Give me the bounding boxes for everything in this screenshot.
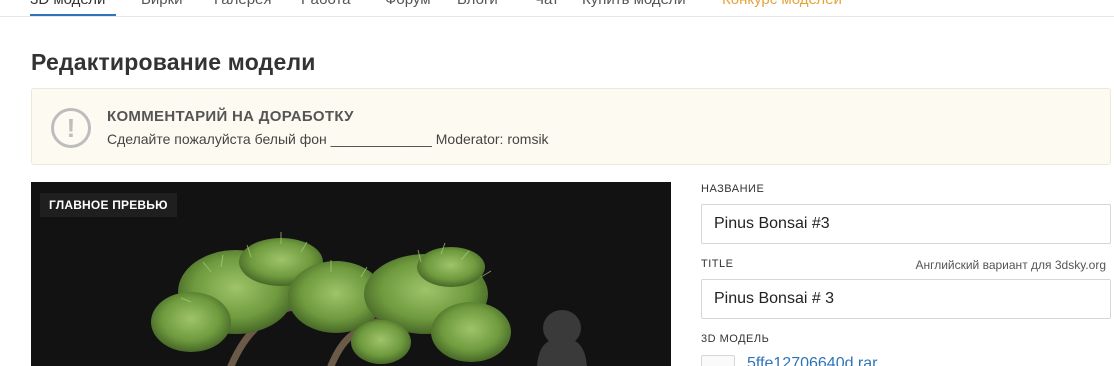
nav-item-buy-models[interactable]: Купить модели bbox=[582, 0, 686, 8]
moderator-comment-box: ! КОММЕНТАРИЙ НА ДОРАБОТКУ Сделайте пожа… bbox=[31, 88, 1111, 165]
active-tab-indicator bbox=[30, 14, 116, 16]
main-preview[interactable]: ГЛАВНОЕ ПРЕВЬЮ bbox=[31, 182, 671, 366]
nav-item-tags[interactable]: Бирки bbox=[141, 0, 183, 8]
nav-item-work[interactable]: Работа bbox=[301, 0, 351, 8]
nav-item-gallery[interactable]: Галерея bbox=[214, 0, 272, 8]
title-field-label: TITLE bbox=[701, 258, 734, 270]
comment-title: КОММЕНТАРИЙ НА ДОРАБОТКУ bbox=[107, 108, 354, 125]
model-field-label: 3D МОДЕЛЬ bbox=[701, 333, 770, 345]
name-input[interactable] bbox=[701, 204, 1111, 244]
nav-item-forum[interactable]: Форум bbox=[385, 0, 431, 8]
file-archive-icon bbox=[701, 355, 735, 366]
title-field-hint: Английский вариант для 3dsky.org bbox=[915, 258, 1106, 272]
nav-item-contest[interactable]: Конкурс моделей bbox=[722, 0, 842, 8]
page-title: Редактирование модели bbox=[31, 49, 316, 75]
title-input[interactable] bbox=[701, 279, 1111, 319]
model-file-link[interactable]: 5ffe12706640d.rar bbox=[747, 355, 877, 366]
name-field-label: НАЗВАНИЕ bbox=[701, 183, 765, 195]
exclamation-icon: ! bbox=[51, 108, 91, 148]
top-navigation: 3D модели Бирки Галерея Работа Форум Бло… bbox=[0, 0, 1114, 17]
nav-item-3d-models[interactable]: 3D модели bbox=[30, 0, 105, 8]
nav-item-chat[interactable]: Чат bbox=[534, 0, 559, 8]
comment-text: Сделайте пожалуйста белый фон __________… bbox=[107, 131, 549, 147]
nav-item-blogs[interactable]: Блоги bbox=[457, 0, 498, 8]
preview-label: ГЛАВНОЕ ПРЕВЬЮ bbox=[40, 193, 177, 217]
